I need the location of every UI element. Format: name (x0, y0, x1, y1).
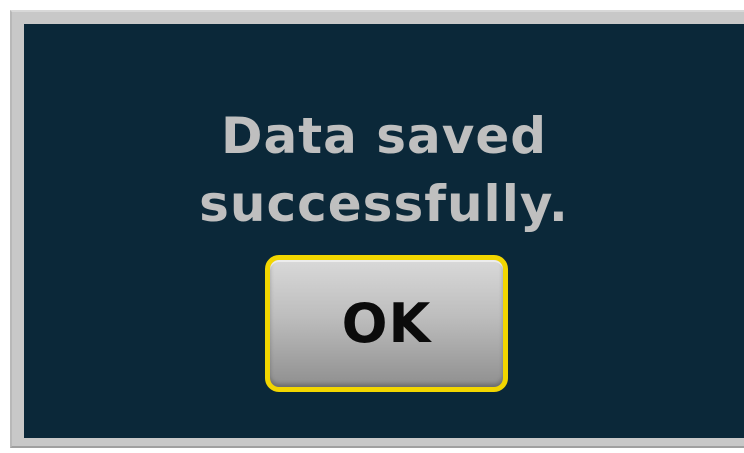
ok-button[interactable]: OK (265, 255, 508, 392)
ok-button-label: OK (341, 291, 432, 355)
screen: Data saved successfully. OK (0, 0, 744, 453)
dialog-message: Data saved successfully. (24, 102, 744, 238)
save-confirmation-dialog: Data saved successfully. OK (24, 24, 744, 438)
dialog-message-line-2: successfully. (199, 175, 569, 233)
dialog-message-line-1: Data saved (220, 107, 548, 165)
